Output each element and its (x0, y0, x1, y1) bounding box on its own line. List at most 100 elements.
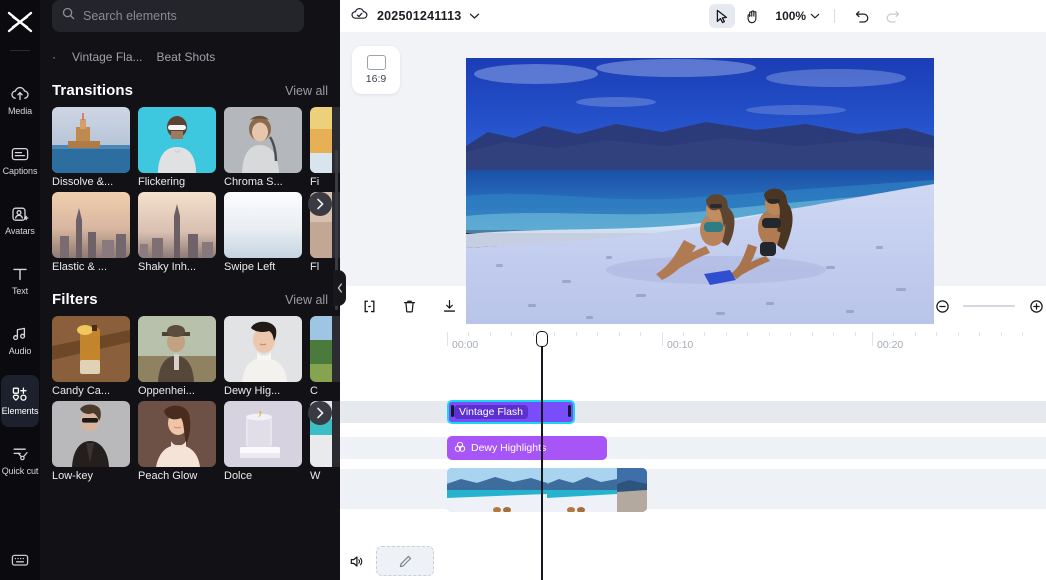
aspect-ratio-label: 16:9 (365, 73, 387, 85)
left-icon-rail: Media Captions Avatars Text Audio Elemen… (0, 0, 40, 580)
project-title[interactable]: 202501241113 (377, 9, 461, 23)
sidebar-item-label: Text (11, 286, 29, 296)
clip-dewy-highlights[interactable]: Dewy Highlights (447, 436, 607, 460)
chevron-down-icon[interactable] (469, 7, 480, 25)
panel-collapse-handle[interactable] (333, 270, 346, 306)
playhead-knob[interactable] (536, 331, 548, 347)
sidebar-item-label: Media (7, 106, 32, 116)
media-cloud-icon (10, 85, 30, 103)
undo-button[interactable] (849, 4, 875, 28)
filters-grid-wrap: Candy Ca... Oppenhei... Dewy Hig... C Lo… (40, 316, 340, 482)
filter-tile[interactable]: Low-key (52, 401, 130, 482)
track-lane-effect[interactable] (340, 401, 1046, 423)
cloud-sync-icon[interactable] (350, 6, 369, 27)
chip-beat-shots[interactable]: Beat Shots (157, 50, 216, 64)
chip-partial[interactable]: · (52, 50, 58, 64)
video-preview[interactable] (466, 58, 934, 324)
capcut-logo[interactable] (0, 0, 40, 44)
sidebar-item-label: Captions (2, 166, 38, 176)
aspect-ratio-badge[interactable]: 16:9 (352, 46, 400, 94)
download-icon[interactable] (438, 295, 460, 317)
tile-thumbnail (52, 107, 130, 173)
chevron-down-icon[interactable] (810, 7, 820, 25)
zoom-in-icon[interactable] (1025, 295, 1046, 317)
filter-tile[interactable]: Peach Glow (138, 401, 216, 482)
filter-tile[interactable]: Dolce (224, 401, 302, 482)
zoom-slider[interactable] (963, 305, 1016, 307)
sidebar-item-captions[interactable]: Captions (1, 135, 39, 187)
sidebar-item-label: Quick cut (1, 466, 39, 476)
timeline-ruler[interactable]: 00:00 00:10 00:20 (340, 326, 1046, 352)
filter-tile[interactable]: C (310, 316, 340, 397)
clip-video-beach[interactable] (447, 468, 647, 512)
transition-tile[interactable]: Dissolve &... (52, 107, 130, 188)
select-tool-button[interactable] (709, 4, 736, 28)
transition-tile[interactable]: Elastic & ... (52, 192, 130, 273)
track-lane-filter[interactable] (340, 437, 1046, 459)
ruler-tick-major (872, 332, 873, 346)
transition-tile[interactable]: Shaky Inh... (138, 192, 216, 273)
aspect-ratio-icon (366, 55, 386, 70)
tile-thumbnail (138, 107, 216, 173)
tile-label: Peach Glow (138, 470, 198, 482)
elements-panel: · Vintage Fla... Beat Shots Transitions … (40, 0, 340, 580)
filters-next-button[interactable] (308, 401, 332, 425)
keyboard-shortcuts-icon[interactable] (10, 552, 30, 568)
sidebar-item-quick-cut[interactable]: Quick cut (1, 435, 39, 487)
trash-icon[interactable] (398, 295, 420, 317)
sidebar-item-media[interactable]: Media (1, 75, 39, 127)
sidebar-item-label: Audio (8, 346, 32, 356)
clip-vintage-flash[interactable]: Vintage Flash (447, 400, 575, 424)
ruler-tick-major (662, 332, 663, 346)
quick-cut-icon (10, 445, 30, 463)
clip-trim-left[interactable] (451, 405, 454, 417)
search-input[interactable] (83, 9, 294, 23)
filters-grid: Candy Ca... Oppenhei... Dewy Hig... C Lo… (52, 316, 340, 482)
view-all-filters[interactable]: View all (285, 293, 328, 307)
tile-thumbnail (138, 316, 216, 382)
zoom-out-icon[interactable] (931, 295, 953, 317)
track-edit-placeholder[interactable] (376, 546, 434, 576)
tile-label: Flickering (138, 176, 186, 188)
search-input-wrap[interactable] (52, 0, 304, 32)
filter-tile[interactable]: Dewy Hig... (224, 316, 302, 397)
view-all-transitions[interactable]: View all (285, 84, 328, 98)
track-lane-video[interactable] (340, 469, 1046, 509)
tile-label: Dewy Hig... (224, 385, 281, 397)
pencil-icon (399, 555, 411, 567)
sidebar-item-audio[interactable]: Audio (1, 315, 39, 367)
sidebar-item-label: Avatars (5, 226, 35, 236)
filter-tile[interactable]: Candy Ca... (52, 316, 130, 397)
section-header-filters: Filters View all (40, 291, 340, 308)
panel-category-chips: · Vintage Fla... Beat Shots (52, 48, 340, 66)
transition-tile[interactable]: Flickering (138, 107, 216, 188)
zoom-level-value[interactable]: 100% (775, 9, 806, 23)
tile-thumbnail (224, 107, 302, 173)
transition-tile[interactable]: Swipe Left (224, 192, 302, 273)
playhead[interactable] (536, 331, 548, 580)
split-icon[interactable] (358, 295, 380, 317)
redo-button[interactable] (879, 4, 905, 28)
filter-tile[interactable]: Oppenhei... (138, 316, 216, 397)
clip-trim-right[interactable] (568, 405, 571, 417)
transition-tile[interactable]: Chroma S... (224, 107, 302, 188)
sidebar-item-text[interactable]: Text (1, 255, 39, 307)
tile-thumbnail (52, 316, 130, 382)
tile-label: Oppenhei... (138, 385, 195, 397)
top-bar-left: 202501241113 (350, 6, 480, 27)
text-icon (10, 265, 30, 283)
chip-vintage-flash[interactable]: Vintage Fla... (72, 50, 143, 64)
tile-thumbnail (224, 316, 302, 382)
tile-label: Shaky Inh... (138, 261, 197, 273)
timeline[interactable]: 00:00 00:10 00:20 Vintage Flash Dewy Hig… (340, 326, 1046, 580)
video-editor-app: Media Captions Avatars Text Audio Elemen… (0, 0, 1046, 580)
tile-label: Candy Ca... (52, 385, 111, 397)
hand-tool-button[interactable] (739, 4, 765, 28)
clip-label: Vintage Flash (454, 405, 529, 419)
transitions-grid-wrap: Dissolve &... Flickering Chroma S... Fi … (40, 107, 340, 273)
sidebar-item-elements[interactable]: Elements (1, 375, 39, 427)
sidebar-item-avatars[interactable]: Avatars (1, 195, 39, 247)
speaker-icon[interactable] (346, 551, 366, 571)
ruler-label: 00:10 (667, 339, 694, 351)
transitions-next-button[interactable] (308, 192, 332, 216)
